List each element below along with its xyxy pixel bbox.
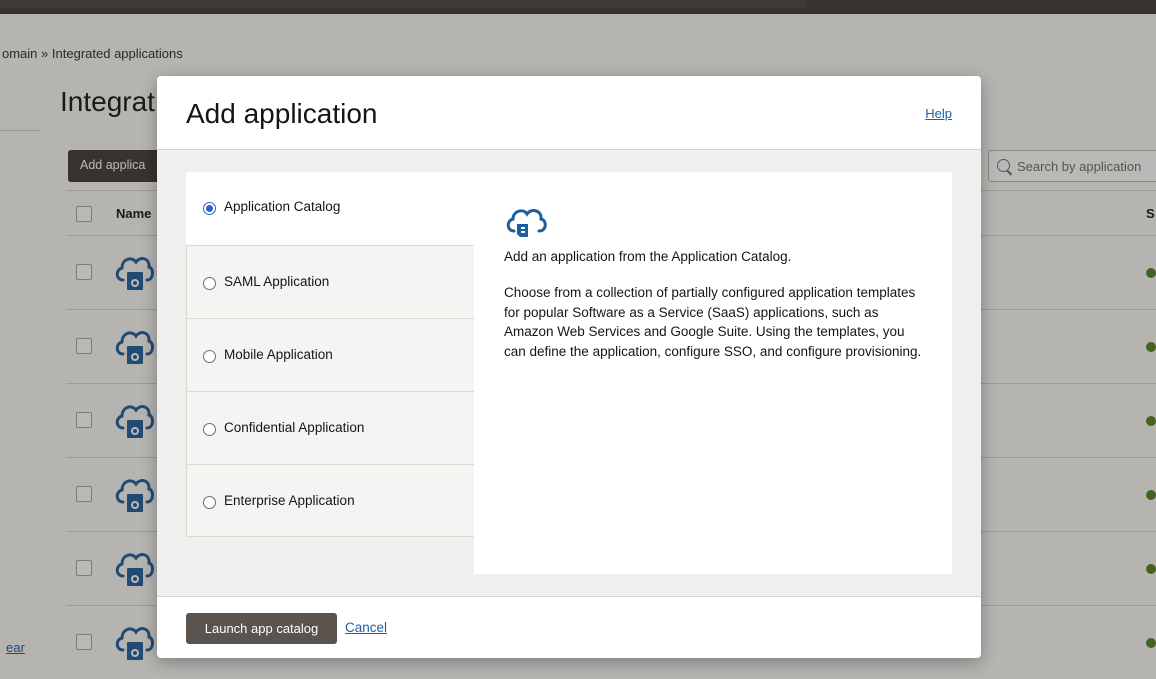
option-label: Application Catalog (224, 199, 341, 214)
option-mobile-application[interactable]: Mobile Application (186, 318, 475, 391)
dialog-title: Add application (186, 98, 378, 129)
launch-app-catalog-button[interactable]: Launch app catalog (186, 613, 337, 644)
option-saml-application[interactable]: SAML Application (186, 245, 475, 318)
option-label: SAML Application (224, 274, 330, 289)
radio-confidential-application[interactable] (203, 423, 216, 436)
option-enterprise-application[interactable]: Enterprise Application (186, 464, 475, 537)
dialog-footer: Launch app catalog Cancel (157, 596, 981, 658)
cloud-app-icon (506, 209, 547, 237)
radio-application-catalog[interactable] (203, 202, 216, 215)
radio-mobile-application[interactable] (203, 350, 216, 363)
help-link[interactable]: Help (925, 106, 952, 121)
radio-saml-application[interactable] (203, 277, 216, 290)
option-confidential-application[interactable]: Confidential Application (186, 391, 475, 464)
application-type-options: Application Catalog SAML Application Mob… (186, 172, 475, 537)
option-detail-panel: Add an application from the Application … (474, 172, 952, 574)
detail-lead-text: Add an application from the Application … (504, 249, 792, 264)
option-application-catalog[interactable]: Application Catalog (186, 172, 475, 245)
option-label: Mobile Application (224, 347, 333, 362)
option-label: Enterprise Application (224, 493, 355, 508)
add-application-dialog: Add application Help Application Catalog… (157, 76, 981, 658)
cancel-link[interactable]: Cancel (345, 620, 387, 635)
dialog-body: Application Catalog SAML Application Mob… (157, 150, 981, 596)
option-label: Confidential Application (224, 420, 365, 435)
dialog-header: Add application Help (157, 76, 981, 150)
detail-description: Choose from a collection of partially co… (504, 285, 922, 359)
radio-enterprise-application[interactable] (203, 496, 216, 509)
